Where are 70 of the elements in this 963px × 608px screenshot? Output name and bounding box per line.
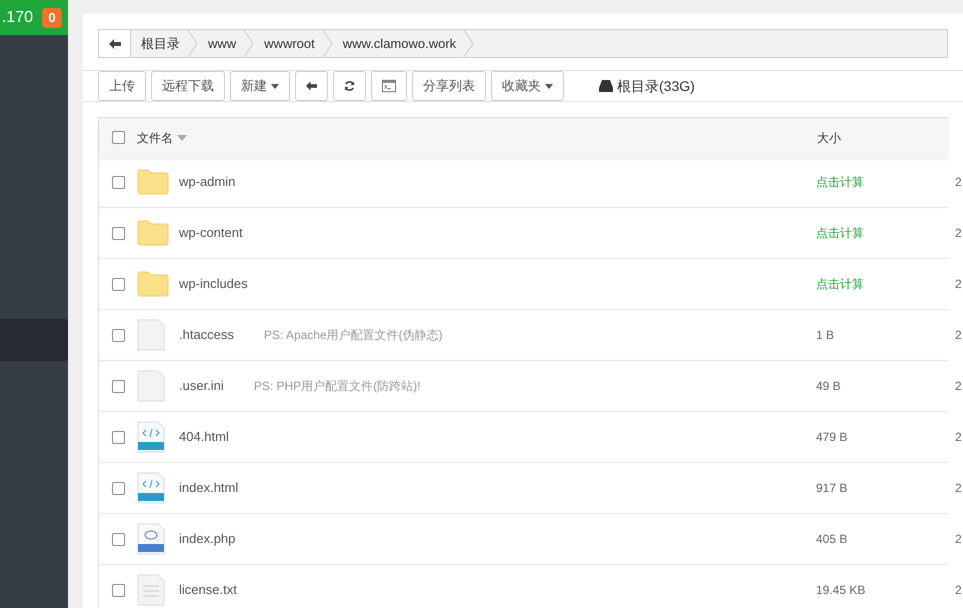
table-cell-text: 2 <box>955 480 962 497</box>
breadcrumb-link[interactable]: www <box>198 30 244 57</box>
disk-label: 根目录(33G) <box>617 76 695 96</box>
checkbox[interactable] <box>112 584 124 596</box>
file-note: PS: Apache用户配置文件(伪静态) <box>264 327 443 344</box>
file-name[interactable]: license.txt <box>179 580 237 600</box>
column-header[interactable]: 大小 <box>817 128 841 146</box>
file-note: PS: PHP用户配置文件(防跨站)! <box>254 378 420 395</box>
file-icon <box>137 370 165 402</box>
checkbox[interactable] <box>112 482 124 494</box>
folder-icon <box>137 169 169 195</box>
caret-icon <box>545 84 553 88</box>
checkbox[interactable] <box>112 532 124 546</box>
refresh-button[interactable] <box>333 71 366 101</box>
dropdown-button[interactable]: 新建 <box>230 71 290 101</box>
table-cell-text: 2 <box>955 378 962 395</box>
checkbox[interactable] <box>112 176 124 188</box>
html-file-icon <box>137 421 165 453</box>
dropdown-button[interactable]: 收藏夹 <box>491 71 564 101</box>
file-size: 1 B <box>816 327 836 344</box>
toolbar-button[interactable]: 远程下载 <box>151 71 225 101</box>
back-button[interactable] <box>99 30 131 57</box>
back-button[interactable] <box>295 71 328 101</box>
refresh-icon <box>344 80 355 92</box>
folder-icon <box>137 220 169 246</box>
terminal-icon <box>382 79 396 93</box>
breadcrumb-link[interactable]: www.clamowo.work <box>332 30 464 57</box>
caret-icon <box>271 84 279 88</box>
file-icon <box>137 319 165 351</box>
php-file-icon <box>137 523 165 555</box>
sort-caret-icon <box>177 134 187 140</box>
breadcrumb-link[interactable]: 根目录 <box>131 30 188 57</box>
checkbox[interactable] <box>112 278 124 290</box>
checkbox[interactable] <box>112 430 124 444</box>
file-name[interactable]: index.html <box>179 478 238 498</box>
file-size: 917 B <box>816 480 848 497</box>
file-size: 49 B <box>816 378 842 395</box>
table-cell-text: 2 <box>955 429 962 446</box>
checkbox[interactable] <box>112 328 124 342</box>
terminal-button[interactable] <box>371 71 407 101</box>
table-cell-text: 2 <box>955 327 962 344</box>
file-size: 19.45 KB <box>816 582 866 599</box>
toolbar-button[interactable]: 分享列表 <box>412 71 486 101</box>
file-name[interactable]: .htaccess <box>179 325 234 345</box>
table-cell-text: 2 <box>955 225 962 242</box>
folder-icon <box>137 271 169 297</box>
toolbar-button[interactable]: 上传 <box>98 71 146 101</box>
left-arrow-icon <box>108 38 120 48</box>
file-size: 479 B <box>816 429 848 446</box>
file-name[interactable]: wp-includes <box>179 274 248 294</box>
file-size: 405 B <box>816 531 848 548</box>
column-header[interactable]: 文件名 <box>137 128 173 146</box>
file-name[interactable]: wp-admin <box>179 172 236 192</box>
table-cell-text: 2 <box>955 582 962 599</box>
table-cell-text: 2 <box>955 276 962 293</box>
file-name[interactable]: 404.html <box>179 427 229 447</box>
table-cell-text: 2 <box>955 531 962 548</box>
file-name[interactable]: wp-content <box>179 223 243 243</box>
file-name[interactable]: .user.ini <box>179 376 224 396</box>
count-badge: 0 <box>42 8 62 28</box>
breadcrumb-link[interactable]: wwwroot <box>254 30 323 57</box>
server-ip: .170 <box>2 8 33 28</box>
html-file-icon <box>137 472 165 504</box>
table-cell-text: 2 <box>955 174 962 191</box>
checkbox[interactable] <box>112 131 124 144</box>
hard-drive-icon <box>599 80 613 92</box>
checkbox[interactable] <box>112 380 124 392</box>
file-name[interactable]: index.php <box>179 529 236 549</box>
left-arrow-icon <box>306 81 317 91</box>
checkbox[interactable] <box>112 226 124 240</box>
